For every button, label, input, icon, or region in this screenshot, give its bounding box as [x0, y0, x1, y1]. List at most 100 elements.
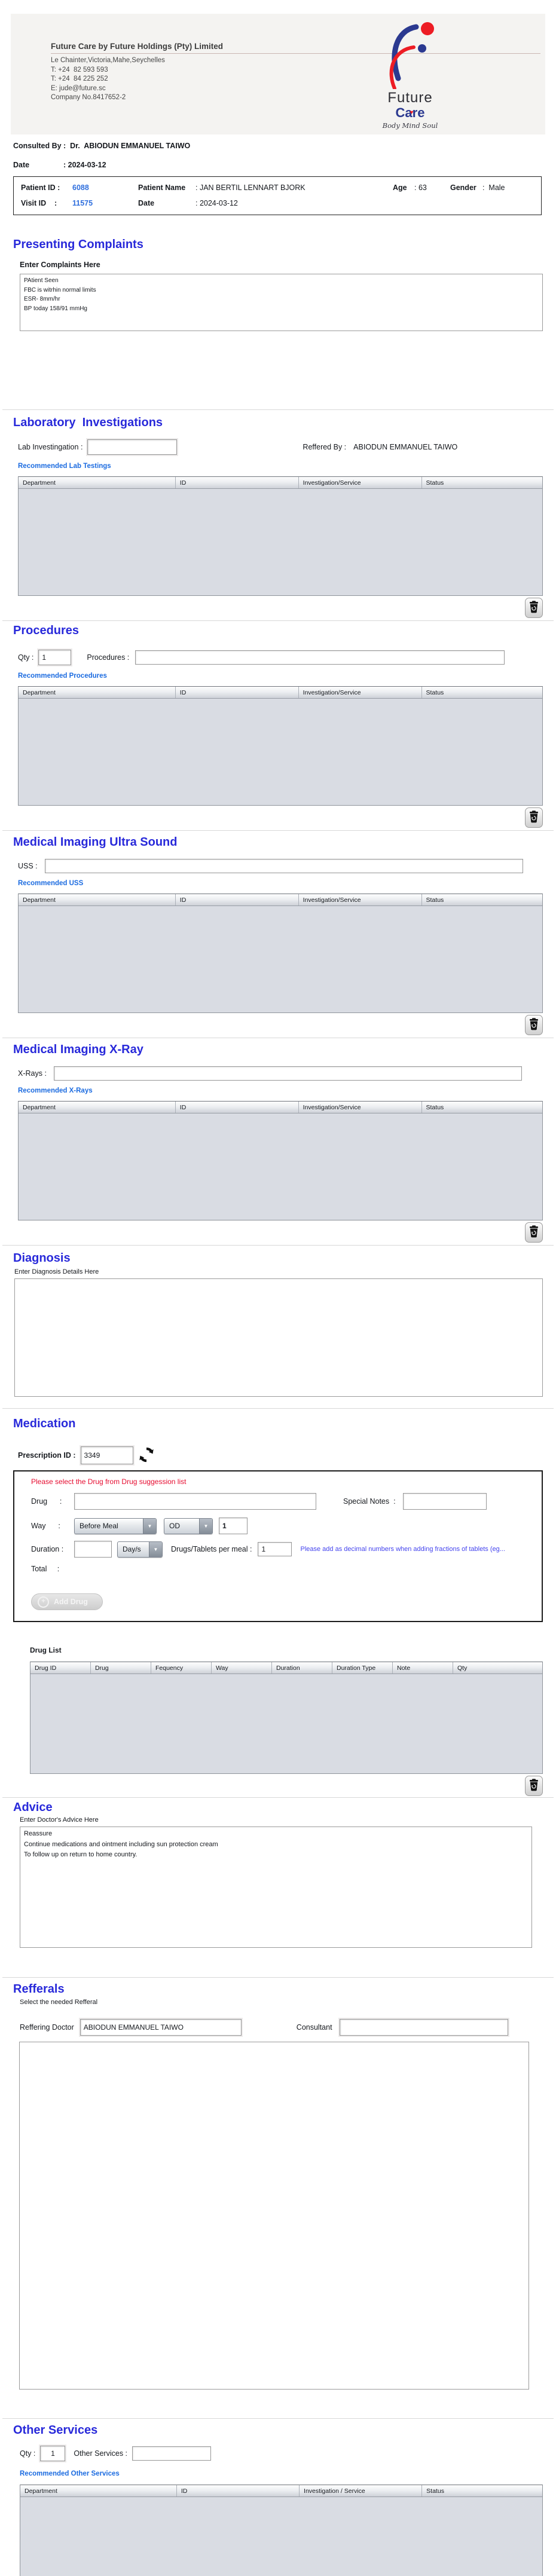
other-services-field-row: Qty : Other Services : — [20, 2446, 556, 2461]
referring-doctor-label: Reffering Doctor — [20, 2023, 74, 2032]
section-divider — [2, 1977, 554, 1978]
other-table-header: Department ID Investigation / Service St… — [20, 2485, 542, 2497]
lab-investigation-label: Lab Investingation : — [18, 443, 83, 451]
xray-label: X-Rays : — [18, 1069, 47, 1078]
special-notes-input[interactable] — [402, 1493, 487, 1510]
column-header: Status — [426, 2488, 444, 2495]
section-divider — [2, 409, 554, 410]
consulted-by-row: Consulted By : Dr. ABIODUN EMMANUEL TAIW… — [13, 142, 556, 150]
drug-label: Drug : — [31, 1497, 62, 1506]
advice-textarea[interactable]: Reassure Continue medications and ointme… — [20, 1827, 532, 1948]
column-header: Status — [426, 1104, 444, 1111]
visit-date-value: : 2024-03-12 — [195, 199, 238, 207]
duration-row: Duration : Day/s ▼ Drugs/Tablets per mea… — [31, 1541, 542, 1558]
company-name: Future Care by Future Holdings (Pty) Lim… — [51, 42, 540, 54]
uss-delete-button[interactable] — [525, 1015, 543, 1035]
way-row: Way : Before Meal ▼ OD ▼ — [31, 1518, 542, 1534]
other-table-body[interactable] — [20, 2497, 542, 2576]
visit-date-label: Date — [138, 199, 155, 207]
procedures-input[interactable] — [135, 650, 505, 665]
total-row: Total : — [31, 1565, 542, 1573]
prescription-id-input[interactable] — [80, 1446, 133, 1464]
drug-table-body[interactable] — [30, 1674, 542, 1773]
consultant-input[interactable] — [339, 2019, 508, 2036]
lab-trash-row — [0, 598, 543, 618]
add-drug-label: Add Drug — [54, 1598, 88, 1606]
consult-date-row: Date : 2024-03-12 — [13, 161, 556, 169]
xray-table-body[interactable] — [19, 1113, 542, 1220]
lab-investigation-input[interactable] — [87, 439, 178, 455]
section-divider — [2, 1408, 554, 1409]
duration-input[interactable] — [74, 1541, 112, 1558]
recommended-lab-testings-link[interactable]: Recommended Lab Testings — [18, 463, 111, 470]
add-drug-button[interactable]: + Add Drug — [31, 1593, 103, 1610]
complaints-input-label: Enter Complaints Here — [20, 261, 100, 269]
drug-row: Drug : Special Notes : — [31, 1493, 542, 1510]
consult-date-label: Date — [13, 161, 30, 169]
frequency-selected-value: OD — [169, 1522, 180, 1530]
drug-input[interactable] — [74, 1493, 316, 1510]
other-services-input[interactable] — [132, 2446, 212, 2461]
drug-delete-button[interactable] — [525, 1776, 543, 1796]
xray-table: Department ID Investigation/Service Stat… — [18, 1101, 543, 1220]
age-label: Age — [393, 183, 407, 192]
frequency-select[interactable]: OD ▼ — [164, 1518, 213, 1534]
consultation-report-page: Future Care by Future Holdings (Pty) Lim… — [0, 0, 556, 2576]
duration-label: Duration : — [31, 1545, 64, 1553]
other-services-label: Other Services : — [74, 2449, 128, 2458]
chevron-down-icon: ▼ — [199, 1518, 212, 1534]
column-header: ID — [177, 2485, 300, 2497]
trash-icon — [528, 1778, 539, 1794]
complaints-textarea[interactable]: PAtient Seen FBC is witrhin normal limit… — [20, 274, 543, 331]
recommended-procedures-link[interactable]: Recommended Procedures — [18, 672, 107, 680]
diagnosis-textarea[interactable] — [14, 1278, 543, 1397]
way-select[interactable]: Before Meal ▼ — [74, 1518, 157, 1534]
trash-icon — [528, 1225, 539, 1240]
medication-entry-box: Please select the Drug from Drug suggess… — [13, 1470, 543, 1622]
future-care-logo: Future Care ♥ Body Mind Soul — [362, 19, 458, 130]
recommended-other-services-link[interactable]: Recommended Other Services — [20, 2470, 120, 2477]
referring-doctor-input[interactable] — [80, 2019, 242, 2036]
lab-table-header: Department ID Investigation/Service Stat… — [19, 477, 542, 489]
plus-icon: + — [38, 1596, 49, 1608]
other-qty-label: Qty : — [20, 2449, 36, 2458]
times-input[interactable] — [219, 1518, 248, 1534]
procedures-delete-button[interactable] — [525, 807, 543, 828]
company-info: Future Care by Future Holdings (Pty) Lim… — [51, 42, 540, 103]
xray-delete-button[interactable] — [525, 1222, 543, 1243]
procedures-table-body[interactable] — [19, 699, 542, 805]
column-header: Department — [19, 1102, 176, 1113]
per-meal-input[interactable] — [258, 1542, 292, 1556]
section-title-presenting-complaints: Presenting Complaints — [13, 238, 143, 251]
refresh-icon — [138, 1447, 155, 1465]
uss-table-body[interactable] — [19, 906, 542, 1012]
diagnosis-input-label: Enter Diagnosis Details Here — [14, 1268, 99, 1275]
xray-input[interactable] — [53, 1066, 522, 1081]
duration-type-select[interactable]: Day/s ▼ — [117, 1541, 163, 1558]
recommended-xray-link[interactable]: Recommended X-Rays — [18, 1087, 93, 1094]
procedures-field-row: Qty : Procedures : — [18, 650, 556, 665]
section-title-ultrasound: Medical Imaging Ultra Sound — [13, 836, 178, 849]
visit-id-label: Visit ID : — [21, 199, 57, 207]
column-header: ID — [176, 687, 299, 698]
procedures-qty-input[interactable] — [38, 650, 72, 665]
refresh-prescription-button[interactable] — [138, 1446, 155, 1464]
duration-type-selected-value: Day/s — [123, 1545, 141, 1553]
company-phone-2: T: +24 84 225 252 — [51, 75, 108, 82]
other-qty-input[interactable] — [40, 2446, 66, 2461]
uss-label: USS : — [18, 862, 38, 870]
logo-future-text: Future — [387, 90, 433, 106]
recommended-uss-link[interactable]: Recommended USS — [18, 880, 83, 887]
column-header: Investigation/Service — [299, 687, 422, 698]
column-header: Department — [19, 477, 176, 488]
procedures-qty-label: Qty : — [18, 653, 34, 662]
lab-delete-button[interactable] — [525, 598, 543, 618]
section-title-medication: Medication — [13, 1417, 76, 1430]
referred-by-label: Reffered By : — [303, 443, 347, 451]
referral-listbox[interactable] — [19, 2042, 529, 2390]
uss-input[interactable] — [44, 859, 523, 873]
lab-table-body[interactable] — [19, 489, 542, 595]
age-value: : 63 — [414, 183, 427, 192]
column-header: Investigation/Service — [299, 1102, 422, 1113]
uss-table: Department ID Investigation/Service Stat… — [18, 894, 543, 1013]
